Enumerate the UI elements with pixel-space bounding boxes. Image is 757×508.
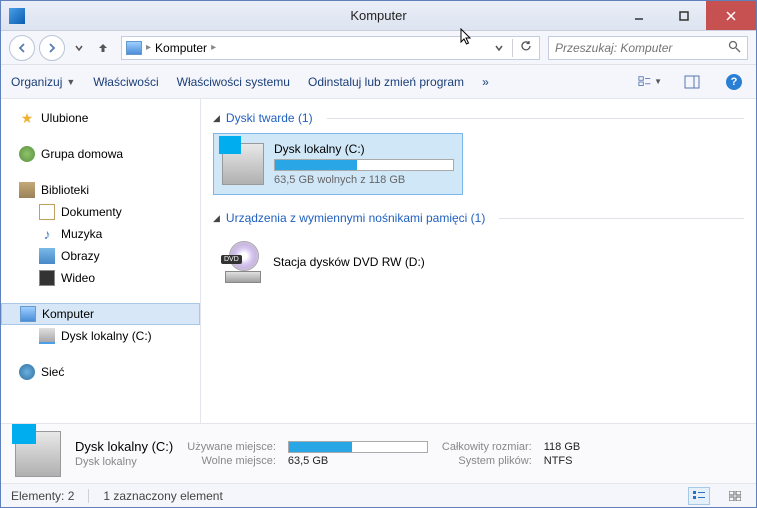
status-bar: Elementy: 2 1 zaznaczony element (1, 483, 756, 507)
navigation-pane: ★Ulubione Grupa domowa Biblioteki Dokume… (1, 99, 201, 423)
hard-drive-icon (15, 431, 61, 477)
uninstall-program-button[interactable]: Odinstaluj lub zmień program (308, 75, 464, 89)
filesystem-value: NTFS (544, 455, 581, 467)
help-icon: ? (726, 74, 742, 90)
breadcrumb-separator-icon[interactable]: ▸ (146, 42, 151, 53)
windows-logo-icon (12, 424, 36, 444)
computer-icon (126, 41, 142, 55)
group-header-hard-drives[interactable]: ◢ Dyski twarde (1) (213, 111, 744, 125)
preview-pane-button[interactable] (680, 70, 704, 94)
search-icon[interactable] (728, 40, 741, 56)
recent-locations-button[interactable] (69, 35, 89, 61)
content-pane: ◢ Dyski twarde (1) Dysk lokalny (C:) 63,… (201, 99, 756, 423)
homegroup-icon (19, 146, 35, 162)
back-button[interactable] (9, 35, 35, 61)
search-input[interactable] (555, 41, 728, 55)
videos-icon (39, 270, 55, 286)
drive-name: Dysk lokalny (C:) (274, 142, 454, 156)
status-item-count: Elementy: 2 (11, 489, 74, 503)
free-space-value: 63,5 GB (288, 455, 428, 467)
up-button[interactable] (93, 35, 113, 61)
libraries-icon (19, 182, 35, 198)
forward-button[interactable] (39, 35, 65, 61)
used-space-label: Używane miejsce: (187, 441, 280, 453)
window-controls (616, 1, 756, 30)
close-button[interactable] (706, 1, 756, 30)
view-options-button[interactable]: ▼ (638, 70, 662, 94)
sidebar-item-local-disk[interactable]: Dysk lokalny (C:) (1, 325, 200, 347)
navigation-bar: ▸ Komputer ▸ (1, 31, 756, 65)
help-button[interactable]: ? (722, 70, 746, 94)
total-size-value: 118 GB (544, 441, 581, 453)
star-icon: ★ (19, 110, 35, 126)
drive-item-dvd[interactable]: DVD Stacja dysków DVD RW (D:) (213, 233, 493, 291)
refresh-button[interactable] (517, 40, 535, 55)
free-space-label: Wolne miejsce: (187, 455, 280, 467)
storage-bar (274, 159, 454, 171)
command-bar: Organizuj▼ Właściwości Właściwości syste… (1, 65, 756, 99)
system-properties-button[interactable]: Właściwości systemu (177, 75, 290, 89)
app-icon (9, 8, 25, 24)
details-pane: Dysk lokalny (C:) Dysk lokalny Używane m… (1, 423, 756, 483)
sidebar-item-computer[interactable]: Komputer (1, 303, 200, 325)
usage-bar (288, 441, 428, 453)
drive-icon (39, 328, 55, 344)
sidebar-item-music[interactable]: ♪Muzyka (1, 223, 200, 245)
drive-item-c[interactable]: Dysk lokalny (C:) 63,5 GB wolnych z 118 … (213, 133, 463, 195)
network-icon (19, 364, 35, 380)
large-icons-view-button[interactable] (724, 487, 746, 505)
documents-icon (39, 204, 55, 220)
maximize-button[interactable] (661, 1, 706, 30)
total-size-label: Całkowity rozmiar: (442, 441, 536, 453)
sidebar-item-documents[interactable]: Dokumenty (1, 201, 200, 223)
details-name: Dysk lokalny (C:) (75, 439, 173, 454)
breadcrumb-separator-icon[interactable]: ▸ (211, 42, 216, 53)
details-type: Dysk lokalny (75, 456, 173, 468)
sidebar-item-libraries[interactable]: Biblioteki (1, 179, 200, 201)
group-header-removable[interactable]: ◢ Urządzenia z wymiennymi nośnikami pami… (213, 211, 744, 225)
dvd-drive-icon: DVD (221, 241, 263, 283)
sidebar-item-favorites[interactable]: ★Ulubione (1, 107, 200, 129)
sidebar-item-videos[interactable]: Wideo (1, 267, 200, 289)
filesystem-label: System plików: (442, 455, 536, 467)
organize-menu[interactable]: Organizuj▼ (11, 75, 75, 89)
minimize-button[interactable] (616, 1, 661, 30)
breadcrumb-item[interactable]: Komputer (155, 41, 207, 55)
sidebar-item-network[interactable]: Sieć (1, 361, 200, 383)
music-icon: ♪ (39, 226, 55, 242)
overflow-button[interactable]: » (482, 75, 489, 89)
search-box[interactable] (548, 36, 748, 60)
details-view-button[interactable] (688, 487, 710, 505)
address-bar[interactable]: ▸ Komputer ▸ (121, 36, 540, 60)
status-selected-count: 1 zaznaczony element (103, 489, 222, 503)
drive-free-text: 63,5 GB wolnych z 118 GB (274, 174, 454, 186)
computer-icon (20, 306, 36, 322)
properties-button[interactable]: Właściwości (93, 75, 158, 89)
address-dropdown-button[interactable] (490, 41, 508, 55)
sidebar-item-pictures[interactable]: Obrazy (1, 245, 200, 267)
collapse-icon: ◢ (213, 113, 220, 124)
windows-logo-icon (219, 136, 241, 154)
drive-name: Stacja dysków DVD RW (D:) (273, 255, 425, 269)
title-bar: Komputer (1, 1, 756, 31)
window-title: Komputer (350, 8, 406, 23)
sidebar-item-homegroup[interactable]: Grupa domowa (1, 143, 200, 165)
pictures-icon (39, 248, 55, 264)
collapse-icon: ◢ (213, 213, 220, 224)
hard-drive-icon (222, 143, 264, 185)
